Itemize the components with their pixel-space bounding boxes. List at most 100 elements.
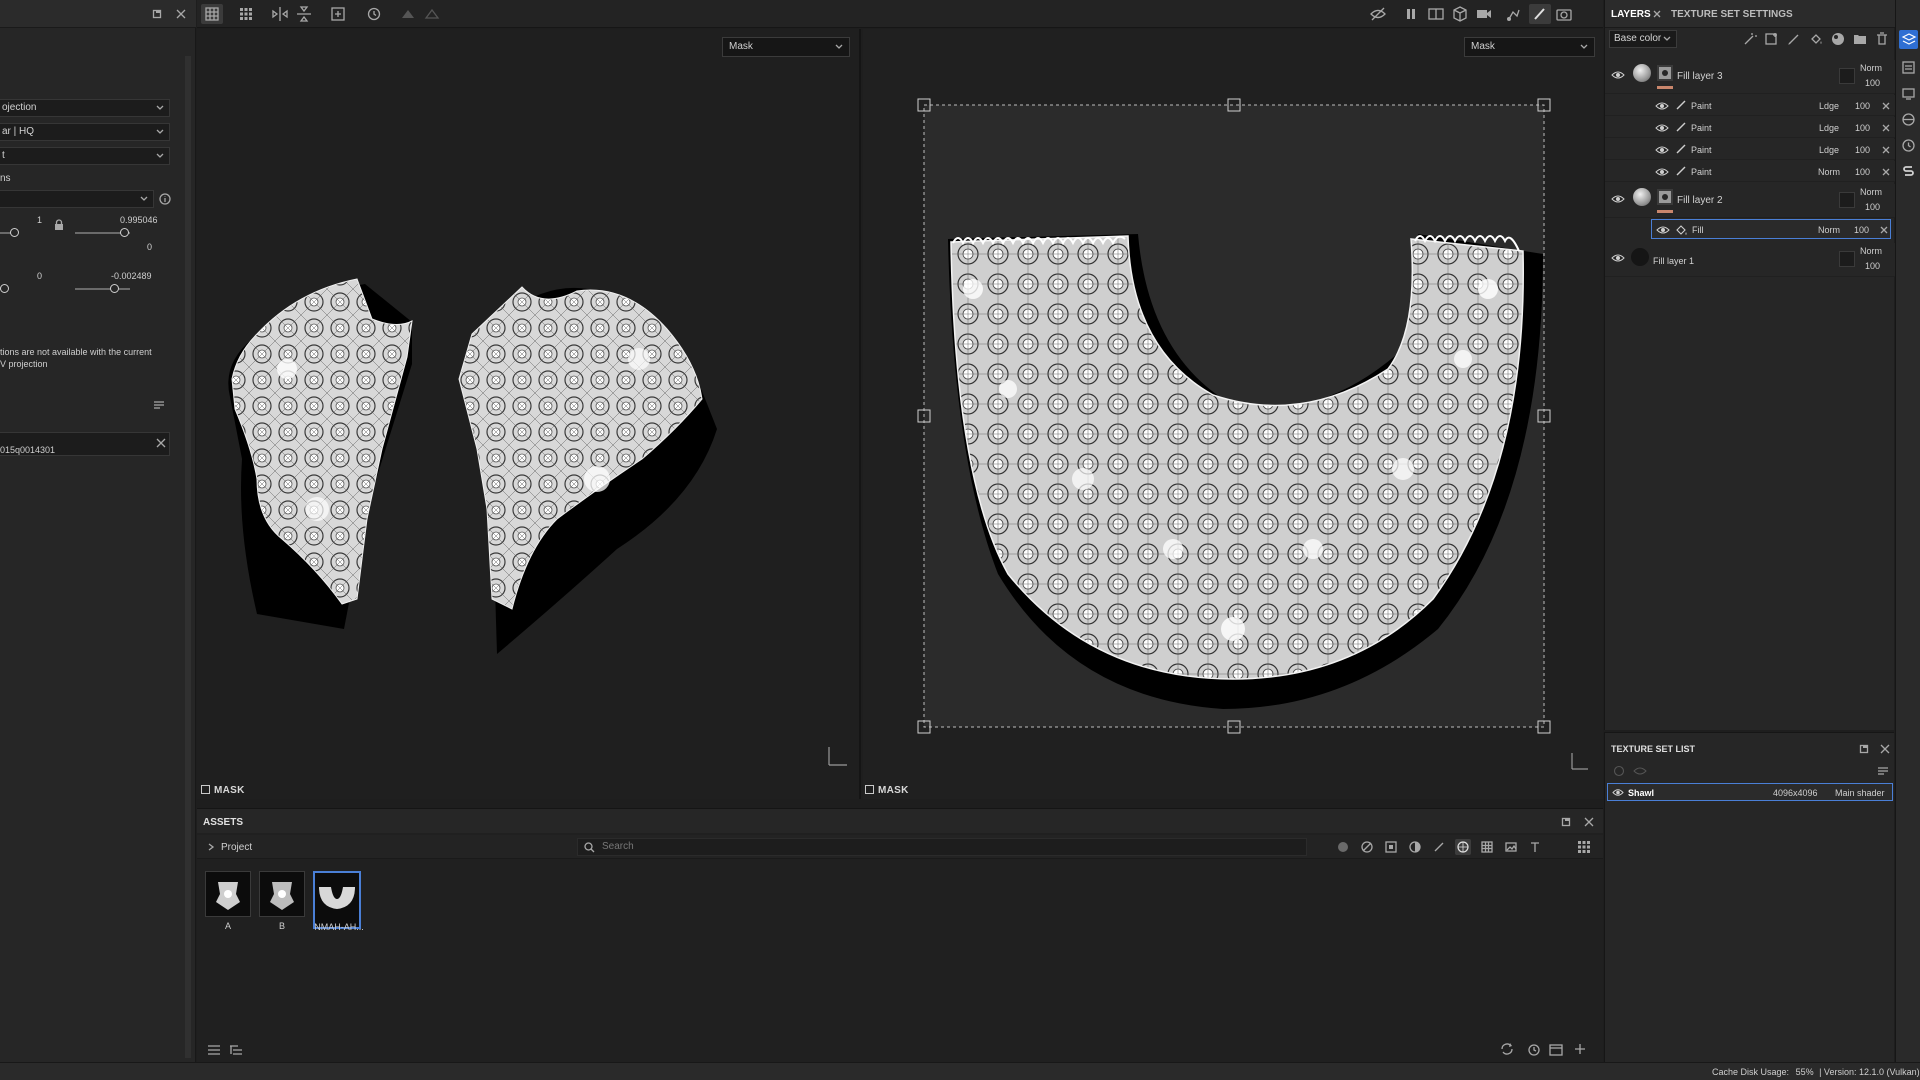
layer-name[interactable]: Fill layer 2 (1677, 195, 1723, 206)
list-options-icon[interactable] (1877, 765, 1889, 777)
effect-name[interactable]: Paint (1691, 167, 1712, 177)
strip-history-button[interactable] (1899, 136, 1918, 155)
add-folder-icon[interactable] (1853, 32, 1867, 46)
strip-properties-button[interactable] (1899, 58, 1918, 77)
layer-row-fill-layer-1[interactable]: Fill layer 1 Norm 100 (1605, 243, 1895, 277)
mirror-vertical-button[interactable] (293, 4, 315, 24)
layer-mask-thumbnail[interactable] (1657, 189, 1673, 205)
add-icon[interactable] (1574, 1043, 1586, 1055)
offset-v-slider-track[interactable] (75, 288, 130, 290)
opacity-value[interactable]: 100 (1855, 123, 1870, 133)
close-icon[interactable] (176, 9, 186, 19)
properties-scrollbar[interactable] (185, 56, 191, 1058)
opacity-value[interactable]: 100 (1855, 101, 1870, 111)
opacity-value[interactable]: 100 (1865, 261, 1880, 271)
image-filter-icon[interactable] (1505, 841, 1517, 853)
symmetry-b-button[interactable] (421, 4, 443, 24)
visibility-eye-icon[interactable] (1611, 194, 1625, 204)
visibility-eye-icon[interactable] (1611, 70, 1625, 80)
offset-v-slider-knob[interactable] (110, 284, 119, 293)
lock-icon[interactable] (54, 219, 64, 231)
texture-set-shader[interactable]: Main shader (1835, 788, 1885, 798)
visibility-eye-icon[interactable] (1612, 788, 1624, 797)
filter-list-icon[interactable] (207, 1044, 221, 1056)
visibility-eye-icon[interactable] (1655, 167, 1669, 177)
texture-set-resolution[interactable]: 4096x4096 (1773, 788, 1818, 798)
layer-row-paint-3[interactable]: Paint Ldge 100 (1605, 139, 1895, 160)
paint-tool-button[interactable] (1529, 4, 1551, 24)
blend-mode[interactable]: Norm (1860, 63, 1882, 73)
reset-view-button[interactable] (363, 4, 385, 24)
strip-shader-button[interactable] (1899, 110, 1918, 129)
tree-item-project[interactable]: Project (221, 842, 252, 853)
refresh-icon[interactable] (1499, 1042, 1515, 1056)
strip-substance-button[interactable] (1899, 162, 1918, 181)
layer-row-fill-effect[interactable]: Fill Norm 100 (1651, 219, 1891, 239)
history-icon[interactable] (1527, 1043, 1541, 1057)
blend-mode[interactable]: Norm (1860, 246, 1882, 256)
remove-effect-icon[interactable] (1882, 146, 1890, 154)
clear-resource-icon[interactable] (156, 438, 166, 448)
scale-extra-value[interactable]: 0 (147, 242, 152, 252)
opacity-value[interactable]: 100 (1855, 167, 1870, 177)
split-view-button[interactable] (1425, 4, 1447, 24)
visibility-eye-icon[interactable] (1633, 766, 1647, 776)
offset-u-value[interactable]: 0 (37, 271, 42, 281)
layer-row-fill-layer-3[interactable]: Fill layer 3 Norm 100 (1605, 60, 1895, 94)
magic-wand-icon[interactable] (1743, 32, 1757, 46)
blend-mode[interactable]: Norm (1860, 187, 1882, 197)
layer-mask-thumbnail[interactable] (1657, 65, 1673, 81)
fit-view-button[interactable] (327, 4, 349, 24)
grid-view-icon[interactable] (1577, 840, 1591, 854)
close-tab-icon[interactable] (1653, 10, 1661, 18)
link-icon[interactable] (1613, 765, 1625, 777)
undock-icon[interactable] (1859, 744, 1869, 754)
smart-material-filter-icon[interactable] (1361, 841, 1373, 853)
undock-icon[interactable] (152, 9, 162, 19)
layer-row-paint-2[interactable]: Paint Ldge 100 (1605, 117, 1895, 138)
remove-effect-icon[interactable] (1882, 168, 1890, 176)
resource-field[interactable]: 015q0014301 (0, 432, 170, 456)
blend-mode[interactable]: Ldge (1819, 101, 1839, 111)
scale-u-value[interactable]: 1 (37, 215, 42, 225)
tab-texture-set-settings[interactable]: TEXTURE SET SETTINGS (1671, 9, 1793, 20)
display-3d-button[interactable] (1449, 4, 1471, 24)
layer-row-paint-1[interactable]: Paint Ldge 100 (1605, 95, 1895, 116)
remove-effect-icon[interactable] (1880, 226, 1888, 234)
opacity-value[interactable]: 100 (1854, 225, 1869, 235)
texture-filter-icon[interactable] (1455, 839, 1471, 855)
layer-row-paint-4[interactable]: Paint Norm 100 (1605, 161, 1895, 182)
add-effect-icon[interactable] (1765, 32, 1779, 46)
mask-checkbox[interactable] (865, 785, 874, 794)
offset-v-value[interactable]: -0.002489 (111, 271, 152, 281)
remove-effect-icon[interactable] (1882, 124, 1890, 132)
opacity-value[interactable]: 100 (1865, 202, 1880, 212)
text-filter-icon[interactable] (1529, 841, 1541, 853)
blend-mode[interactable]: Ldge (1819, 145, 1839, 155)
chevron-right-icon[interactable] (207, 843, 215, 851)
visibility-eye-icon[interactable] (1655, 101, 1669, 111)
viewport-2d-left[interactable]: Mask MASK (197, 29, 861, 799)
add-mask-icon[interactable] (1831, 32, 1845, 46)
viewport-2d-right[interactable]: Mask MASK (863, 29, 1603, 799)
scale-v-slider-knob[interactable] (120, 228, 129, 237)
undock-icon[interactable] (1561, 817, 1571, 827)
asset-thumbnail-b[interactable] (259, 871, 305, 917)
mask-checkbox[interactable] (201, 785, 210, 794)
scale-v-value[interactable]: 0.995046 (120, 215, 158, 225)
offset-u-slider-knob[interactable] (0, 284, 9, 293)
close-icon[interactable] (1880, 744, 1890, 754)
smart-mask-filter-icon[interactable] (1409, 841, 1421, 853)
tiling-view-button[interactable] (235, 4, 257, 24)
opacity-value[interactable]: 100 (1855, 145, 1870, 155)
asset-thumbnail-shawl[interactable] (313, 871, 361, 929)
effect-name[interactable]: Paint (1691, 145, 1712, 155)
transform-select[interactable] (0, 190, 154, 208)
assets-search-input[interactable]: Search (577, 838, 1307, 856)
blend-mode[interactable]: Norm (1818, 167, 1840, 177)
brush-settings-button[interactable] (1503, 4, 1525, 24)
material-filter-icon[interactable] (1337, 841, 1349, 853)
mask-filter-icon[interactable] (1385, 841, 1397, 853)
scale-u-slider-knob[interactable] (10, 228, 19, 237)
list-options-icon[interactable] (153, 399, 165, 411)
